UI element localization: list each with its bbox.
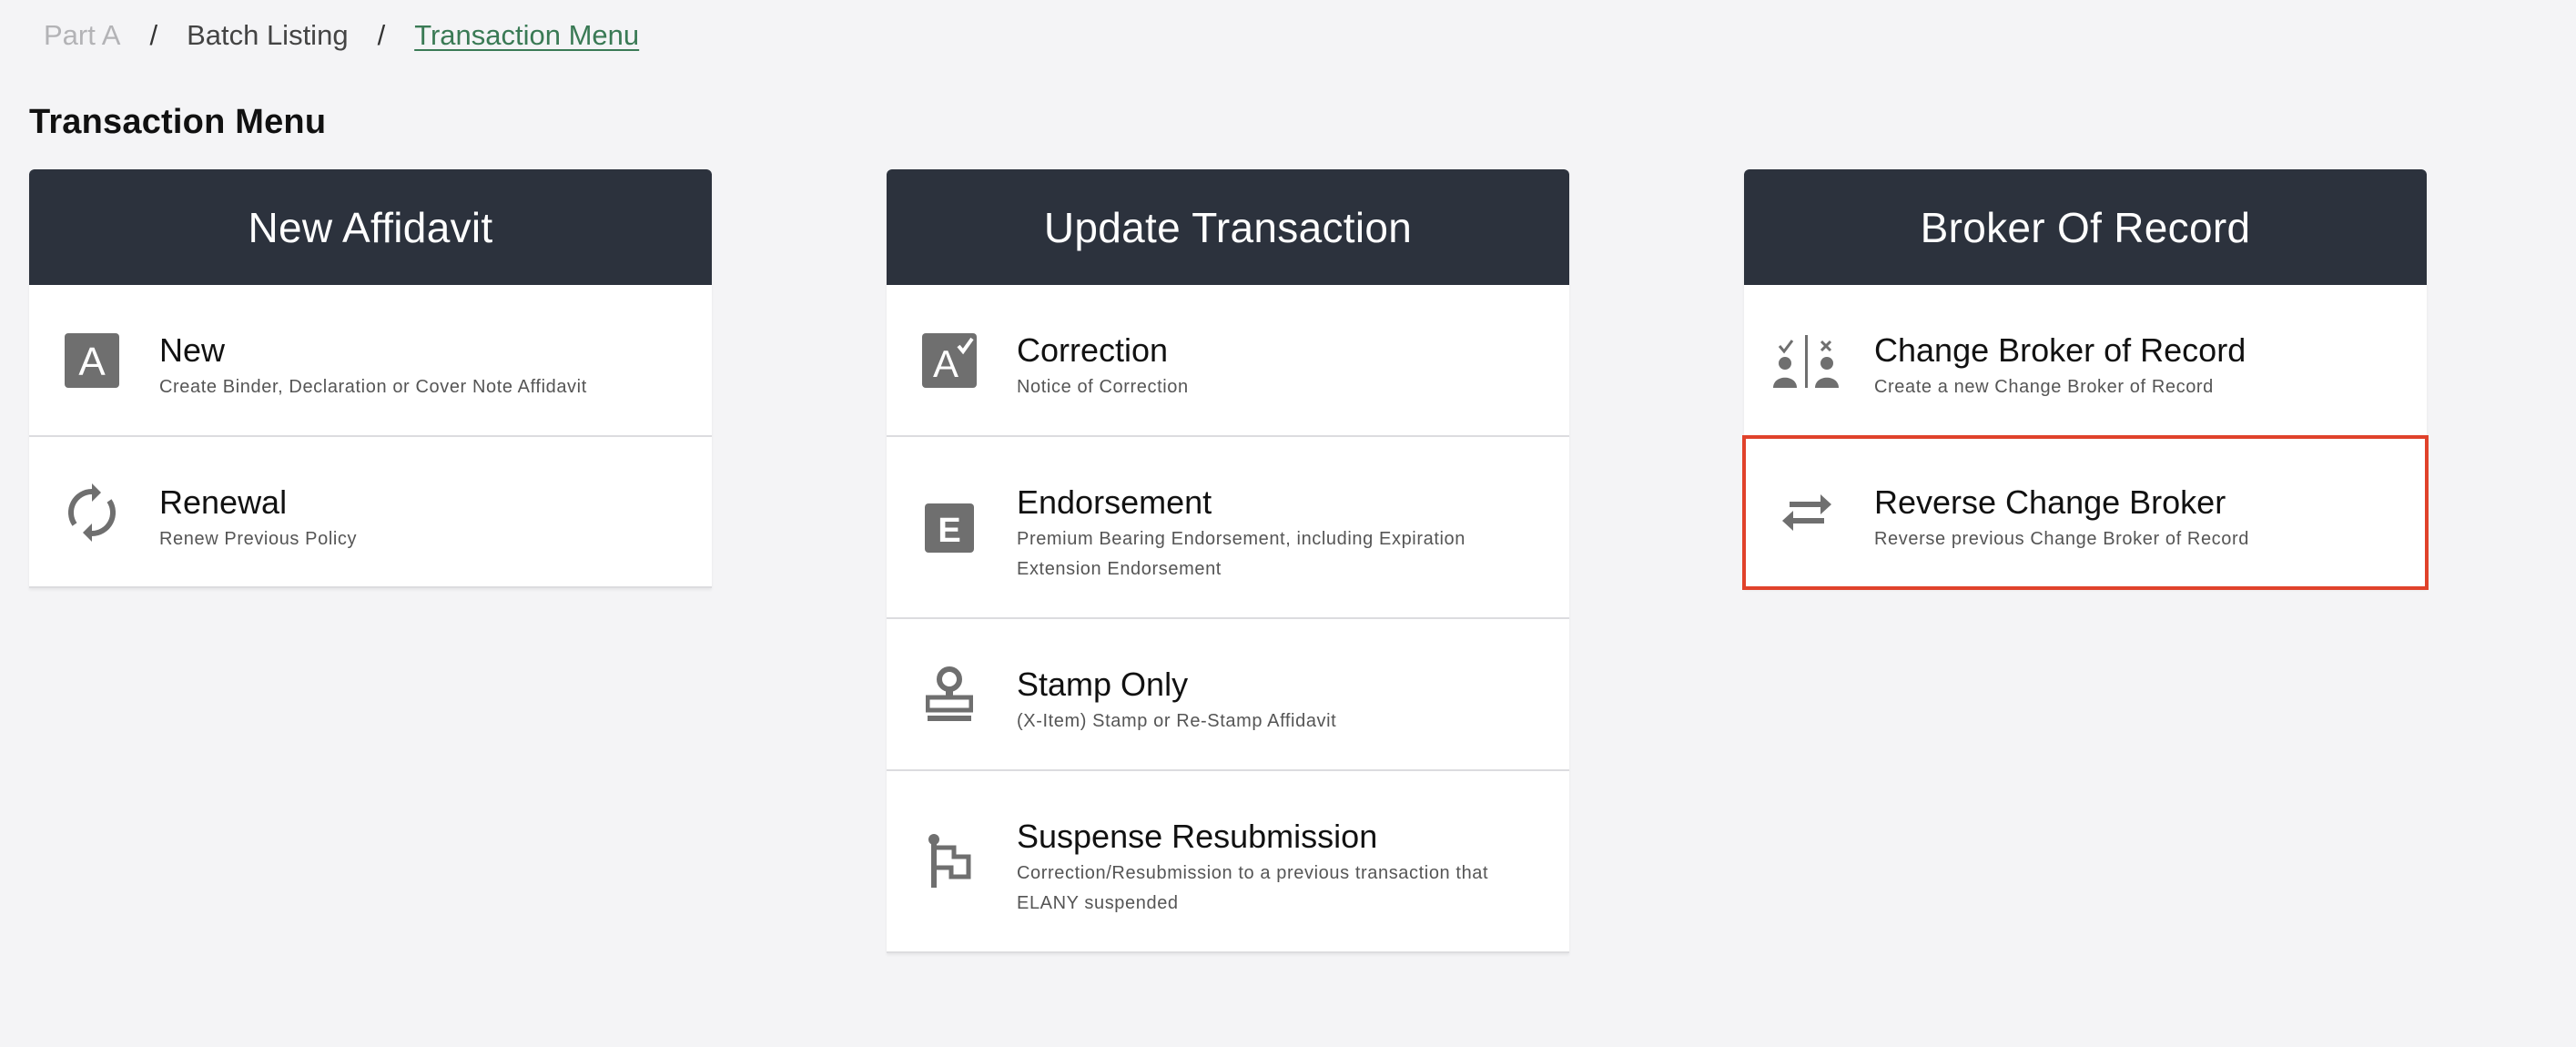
- menu-item-label: Correction: [1017, 331, 1169, 369]
- refresh-icon: [63, 483, 121, 542]
- card-header: Update Transaction: [887, 169, 1569, 285]
- card-header: Broker Of Record: [1744, 169, 2427, 285]
- breadcrumb: Part A / Batch Listing / Transaction Men…: [44, 15, 639, 56]
- breadcrumb-transaction-menu[interactable]: Transaction Menu: [414, 19, 639, 52]
- menu-item-endorsement[interactable]: E Endorsement Premium Bearing Endorsemen…: [887, 437, 1569, 619]
- flag-icon: [920, 832, 979, 890]
- menu-item-new[interactable]: A New Create Binder, Declaration or Cove…: [29, 285, 712, 437]
- breadcrumb-separator: /: [149, 19, 158, 51]
- menu-item-renewal[interactable]: Renewal Renew Previous Policy: [29, 437, 712, 588]
- svg-text:A: A: [933, 342, 958, 385]
- letter-a-icon: A: [63, 331, 121, 390]
- menu-item-description: Notice of Correction: [1017, 377, 1189, 397]
- breadcrumb-separator: /: [377, 19, 386, 51]
- breadcrumb-batch-listing[interactable]: Batch Listing: [187, 19, 349, 52]
- card-header: New Affidavit: [29, 169, 712, 285]
- card-update-transaction: Update Transaction A Correction Notice o…: [887, 169, 1569, 953]
- menu-item-label: Stamp Only: [1017, 666, 1189, 703]
- menu-item-stamp-only[interactable]: Stamp Only (X-Item) Stamp or Re-Stamp Af…: [887, 619, 1569, 771]
- menu-item-correction[interactable]: A Correction Notice of Correction: [887, 285, 1569, 437]
- menu-item-description: Premium Bearing Endorsement, including E…: [1017, 529, 1465, 579]
- letter-a-check-icon: A: [920, 331, 979, 390]
- page-title: Transaction Menu: [29, 103, 327, 142]
- menu-item-label: Renewal: [159, 483, 288, 521]
- person-swap-icon: [1772, 331, 1841, 390]
- svg-text:E: E: [938, 512, 960, 550]
- letter-e-icon: E: [920, 499, 979, 557]
- menu-item-description: Create a new Change Broker of Record: [1874, 377, 2214, 397]
- menu-item-description: Create Binder, Declaration or Cover Note…: [159, 377, 587, 397]
- menu-item-description: Renew Previous Policy: [159, 529, 358, 549]
- menu-item-reverse-change-broker[interactable]: Reverse Change Broker Reverse previous C…: [1742, 435, 2429, 590]
- menu-item-label: Endorsement: [1017, 483, 1212, 521]
- card-new-affidavit: New Affidavit A New Create Binder, Decla…: [29, 169, 712, 588]
- menu-item-label: New: [159, 331, 226, 369]
- swap-arrows-icon: [1778, 483, 1836, 542]
- menu-item-label: Suspense Resubmission: [1017, 818, 1378, 855]
- menu-item-description: (X-Item) Stamp or Re-Stamp Affidavit: [1017, 711, 1337, 731]
- breadcrumb-part-a[interactable]: Part A: [44, 19, 120, 52]
- menu-item-description: Correction/Resubmission to a previous tr…: [1017, 863, 1489, 913]
- menu-item-suspense-resubmission[interactable]: Suspense Resubmission Correction/Resubmi…: [887, 771, 1569, 953]
- menu-item-label: Reverse Change Broker: [1874, 483, 2226, 521]
- menu-item-label: Change Broker of Record: [1874, 331, 2246, 369]
- stamp-icon: [920, 666, 979, 724]
- svg-text:A: A: [78, 340, 106, 384]
- menu-item-change-broker-of-record[interactable]: Change Broker of Record Create a new Cha…: [1744, 285, 2427, 437]
- card-broker-of-record: Broker Of Record Change Broker of Record…: [1742, 169, 2429, 590]
- menu-item-description: Reverse previous Change Broker of Record: [1874, 529, 2249, 549]
